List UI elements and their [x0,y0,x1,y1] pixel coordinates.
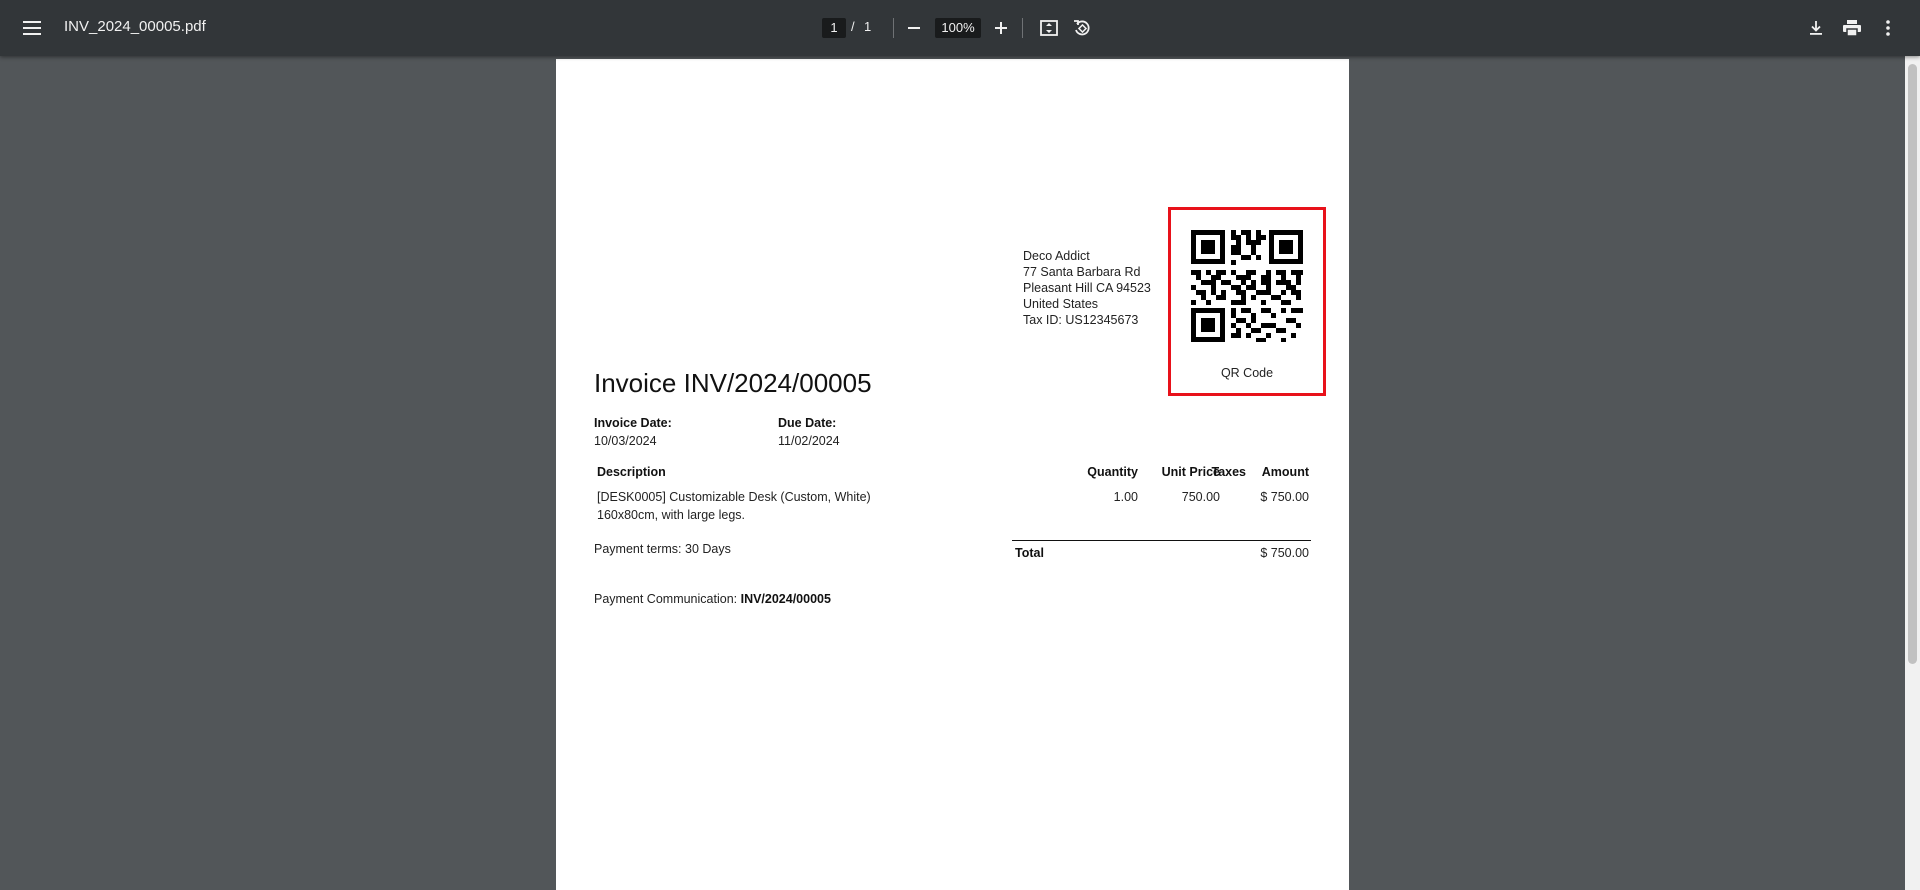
fit-page-icon [1040,20,1058,36]
column-header-description: Description [597,465,666,479]
address-line: Pleasant Hill CA 94523 [1023,281,1151,295]
pdf-page: Deco Addict 77 Santa Barbara Rd Pleasant… [556,59,1349,890]
line-item-amount: $ 750.00 [1260,490,1309,504]
page-total: 1 [864,19,872,34]
column-header-amount: Amount [1261,465,1309,479]
address-line: United States [1023,297,1099,311]
qr-code-image [1191,230,1303,342]
more-options-button[interactable] [1874,14,1902,42]
scrollbar-thumb[interactable] [1908,64,1917,664]
print-button[interactable] [1838,14,1866,42]
payment-communication-label: Payment Communication: [594,592,741,606]
rotate-button[interactable] [1068,14,1096,42]
rotate-icon [1074,20,1090,36]
page-separator: / [851,19,855,34]
payment-communication-value: INV/2024/00005 [740,592,831,606]
due-date-label: Due Date: [778,416,837,430]
invoice-date-label: Invoice Date: [594,416,672,430]
menu-button[interactable] [16,12,48,44]
address-line: Deco Addict [1023,249,1090,263]
zoom-level-input[interactable]: 100% [935,18,981,38]
invoice-date-value: 10/03/2024 [594,434,657,448]
zoom-in-button[interactable] [987,14,1015,42]
line-description-text: 160x80cm, with large legs. [597,508,745,522]
line-item-description: [DESK0005] Customizable Desk (Custom, Wh… [597,488,871,524]
due-date-value: 11/02/2024 [778,434,840,448]
hamburger-menu-icon [23,21,41,35]
document-title: INV_2024_00005.pdf [64,18,206,35]
column-header-quantity: Quantity [1087,465,1138,479]
line-item-unit-price: 750.00 [1181,490,1220,504]
zoom-out-button[interactable] [900,14,928,42]
total-divider [1012,540,1311,541]
fit-to-page-button[interactable] [1035,14,1063,42]
tax-id: Tax ID: US12345673 [1023,313,1139,327]
zoom-in-icon [995,22,1007,34]
invoice-title: Invoice INV/2024/00005 [594,368,872,398]
download-button[interactable] [1802,14,1830,42]
download-icon [1810,21,1822,35]
total-label: Total [1015,546,1044,560]
page-number-input[interactable]: 1 [822,18,846,38]
line-item-quantity: 1.00 [1113,490,1138,504]
total-amount: $ 750.00 [1260,546,1309,560]
qr-code-label: QR Code [1220,366,1274,380]
toolbar-divider [893,18,894,38]
qr-code-highlight: QR Code [1168,207,1326,396]
vertical-scrollbar[interactable] [1905,56,1920,890]
more-vert-icon [1886,20,1890,36]
line-description-text: [DESK0005] Customizable Desk (Custom, Wh… [597,490,871,504]
pdf-toolbar: INV_2024_00005.pdf 1 / 1 100% [0,0,1920,56]
zoom-out-icon [908,27,920,29]
customer-address: Deco Addict 77 Santa Barbara Rd Pleasant… [1023,248,1151,328]
payment-communication: Payment Communication: INV/2024/00005 [594,592,831,606]
address-line: 77 Santa Barbara Rd [1023,265,1141,279]
payment-terms: Payment terms: 30 Days [594,542,731,556]
toolbar-divider [1022,18,1023,38]
print-icon [1843,20,1861,36]
